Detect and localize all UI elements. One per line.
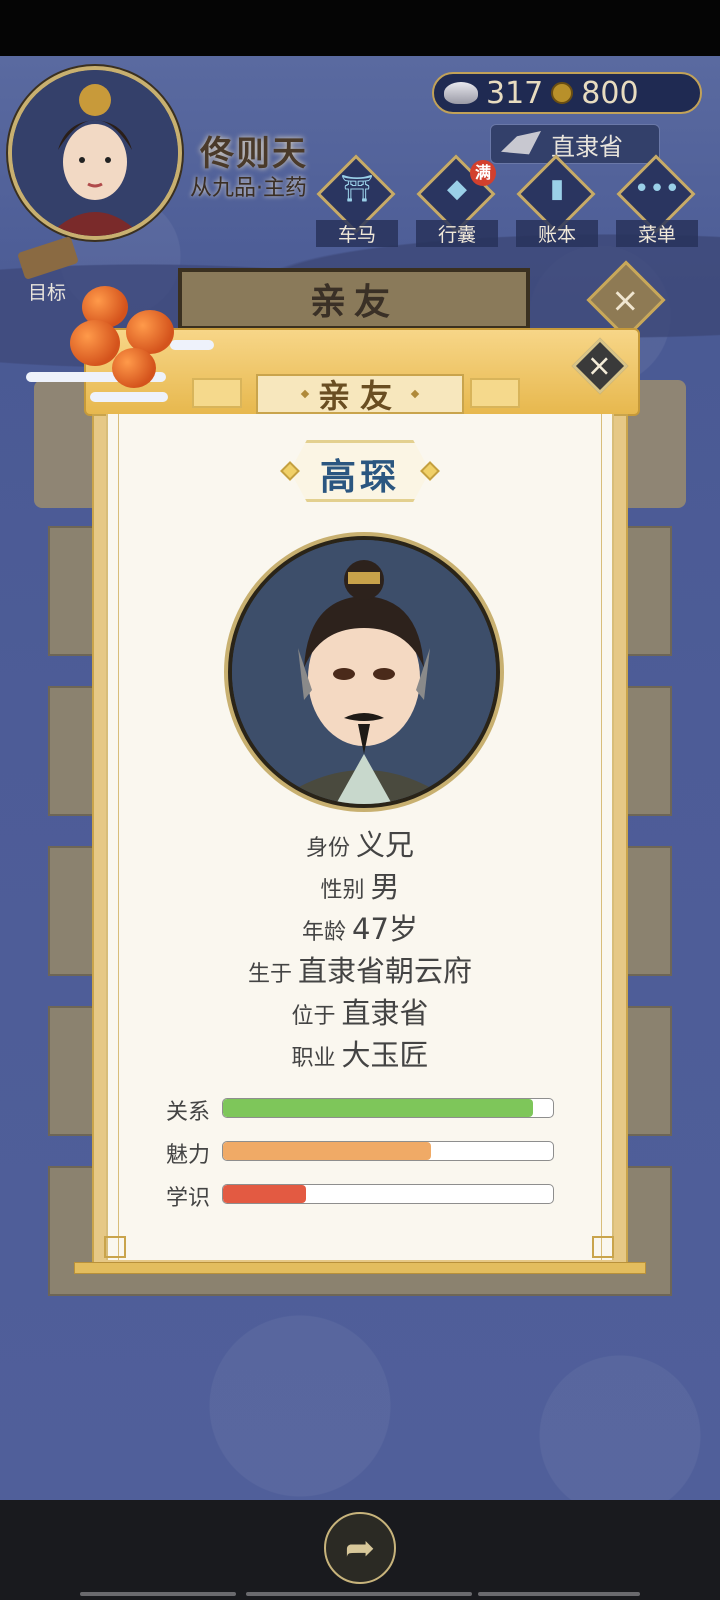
stat-fill: [223, 1185, 306, 1203]
goal-button[interactable]: 目标: [14, 236, 84, 304]
status-bar: [0, 0, 720, 56]
currency-bar[interactable]: 317 800: [432, 72, 702, 114]
nav-bag-button[interactable]: ◆ 行囊 满: [416, 154, 498, 247]
info-location: 位于 直隶省: [106, 990, 614, 1032]
info-key: 生于: [247, 962, 292, 987]
section-banner: 亲友: [178, 268, 530, 330]
stat-knowledge: 学识: [166, 1182, 556, 1211]
persimmon-decoration: [70, 320, 120, 366]
info-birthplace: 生于 直隶省朝云府: [106, 948, 614, 990]
nav-indicator: [80, 1592, 236, 1596]
menu-icon: •••: [633, 174, 680, 204]
header-ornament: [192, 378, 242, 408]
corner-ornament: [592, 1236, 614, 1258]
info-value: 义兄: [356, 828, 415, 862]
info-gender: 性别男: [106, 864, 614, 906]
info-key: 年龄: [302, 920, 347, 945]
share-icon: ➦: [344, 1527, 376, 1569]
stat-fill: [223, 1142, 431, 1160]
share-button[interactable]: ➦: [324, 1512, 396, 1584]
location-text: 直隶省: [551, 132, 623, 161]
info-key: 性别: [320, 878, 365, 903]
name-plaque: 高琛: [280, 440, 440, 502]
info-value: 大玉匠: [341, 1038, 429, 1072]
stat-label: 魅力: [166, 1143, 211, 1168]
info-key: 职业: [291, 1046, 336, 1071]
nav-label: 车马: [316, 220, 398, 247]
nav-label: 菜单: [616, 220, 698, 247]
stat-track: [222, 1184, 554, 1204]
copper-amount: 800: [581, 75, 639, 111]
silver-amount: 317: [486, 75, 544, 111]
info-occupation: 职业 大玉匠: [106, 1032, 614, 1074]
ribbon-decoration: [170, 340, 214, 350]
relative-name: 高琛: [319, 457, 400, 498]
corner-ornament: [104, 1236, 126, 1258]
ledger-icon: ▮: [549, 174, 565, 204]
info-value: 直隶省朝云府: [298, 954, 473, 988]
info-value: 直隶省: [341, 996, 429, 1030]
info-value: 47岁: [352, 912, 418, 946]
nav-indicator: [478, 1592, 640, 1596]
carriage-icon: ⛩: [340, 174, 374, 204]
player-avatar[interactable]: [8, 66, 182, 240]
close-icon: ×: [611, 280, 640, 321]
nav-label: 行囊: [416, 220, 498, 247]
bag-full-badge: 满: [470, 160, 496, 186]
popup-title: 亲友: [317, 377, 402, 415]
nav-indicator: [246, 1592, 472, 1596]
nav-ledger-button[interactable]: ▮ 账本: [516, 154, 598, 247]
info-key: 位于: [291, 1004, 336, 1029]
stat-track: [222, 1098, 554, 1118]
stat-track: [222, 1141, 554, 1161]
popup-title-tab: 亲友: [256, 374, 464, 415]
stat-label: 学识: [166, 1186, 211, 1211]
nav-carriage-button[interactable]: ⛩ 车马: [316, 154, 398, 247]
close-icon: ×: [586, 348, 612, 384]
section-title: 亲友: [309, 282, 398, 323]
info-identity: 身份 义兄: [106, 822, 614, 864]
silver-ingot-icon: [444, 82, 478, 104]
map-icon: [501, 131, 541, 155]
goal-label: 目标: [28, 282, 67, 304]
copper-coin-icon: [551, 82, 574, 104]
relative-portrait: [228, 536, 500, 808]
nav-row: ⛩ 车马 ◆ 行囊 满 ▮ 账本 ••• 菜单: [316, 154, 698, 247]
info-age: 年龄 47岁: [106, 906, 614, 948]
info-value: 男: [370, 870, 400, 904]
nav-menu-button[interactable]: ••• 菜单: [616, 154, 698, 247]
nav-label: 账本: [516, 220, 598, 247]
ribbon-decoration: [90, 392, 168, 402]
stat-fill: [223, 1099, 534, 1117]
stat-relationship: 关系: [166, 1096, 556, 1125]
stat-label: 关系: [166, 1100, 211, 1125]
persimmon-decoration: [112, 348, 156, 388]
player-name: 佟则天: [200, 134, 308, 174]
header-ornament: [470, 378, 520, 408]
popup-bottom-rod: [74, 1262, 646, 1274]
info-key: 身份: [305, 836, 350, 861]
stat-charm: 魅力: [166, 1139, 556, 1168]
player-rank: 从九品·主药: [190, 176, 307, 201]
location-badge[interactable]: 直隶省: [490, 124, 660, 164]
